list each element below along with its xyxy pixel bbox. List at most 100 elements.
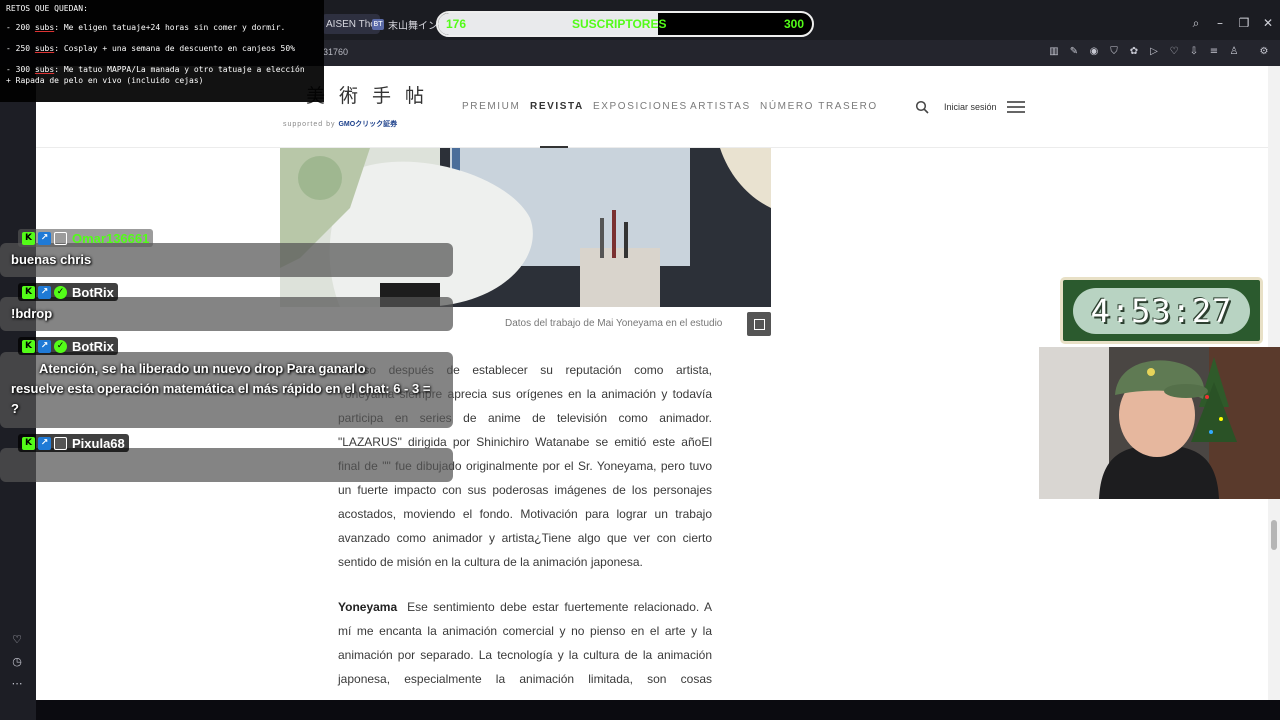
text-line-rest: Ese sentimiento debe estar fuertemente r… <box>407 600 712 614</box>
article-hero-image <box>280 148 771 307</box>
subscriber-goal-label: SUSCRIPTORES <box>572 17 667 31</box>
subscriber-count: 176 <box>446 17 467 31</box>
streamer-webcam <box>1039 347 1280 499</box>
chat-text: buenas chris <box>11 252 92 267</box>
challenge-text: : Me eligen tatuaje+24 horas sin comer y… <box>54 23 286 32</box>
chat-text: !bdrop <box>11 306 53 321</box>
challenge-item: + Rapada de pelo en vivo (incluido cejas… <box>6 75 318 86</box>
challenge-unit: subs <box>34 65 55 74</box>
nav-revista[interactable]: REVISTA <box>530 101 584 112</box>
bottom-strip <box>36 700 1280 720</box>
subscriber-badge-icon: ↗ <box>38 285 51 299</box>
verified-badge-icon: ✓ <box>54 285 67 299</box>
chat-message <box>0 448 453 482</box>
studio-photo <box>280 148 771 307</box>
challenge-text: : Cosplay + una semana de descuento en c… <box>54 44 296 53</box>
scrollbar-thumb[interactable] <box>1271 520 1277 550</box>
chat-text: ? <box>11 401 19 416</box>
settings-icon[interactable]: ⚙ <box>1257 45 1271 59</box>
nav-numero-trasero[interactable]: NÚMERO TRASERO <box>760 101 878 112</box>
text-line: mí me encanta la animación comercial y n… <box>338 624 712 638</box>
verified-badge-icon: ✓ <box>54 339 67 353</box>
timer-value: 4:53:27 <box>1090 292 1233 330</box>
chat-username-tag: K ↗ Pixula68 <box>18 434 129 452</box>
chat-username-tag: K ↗ Omar136661 <box>18 229 154 247</box>
challenge-item: - 200 subs: Me eligen tatuaje+24 horas s… <box>6 22 318 33</box>
challenge-text: : Me tatuo MAPPA/La manada y otro tatuaj… <box>54 65 305 74</box>
tab-favicon: BT <box>372 18 384 30</box>
challenge-unit: subs <box>34 44 55 53</box>
shield-icon[interactable]: ⛉ <box>1107 45 1121 59</box>
challenge-unit: subs <box>34 23 55 32</box>
heart-icon[interactable]: ♡ <box>9 632 25 648</box>
subscriber-badge-icon: ↗ <box>38 436 51 450</box>
nav-premium[interactable]: PREMIUM <box>462 101 520 112</box>
article-paragraph-2: Yoneyama Ese sentimiento debe estar fuert… <box>338 595 712 691</box>
text-line: avanzado como animador y artista¿Tiene a… <box>338 531 712 545</box>
history-icon[interactable]: ◷ <box>9 654 25 670</box>
url-fragment[interactable]: 31760 <box>323 47 348 57</box>
text-line: acostados, moviendo el fondo. Motivación… <box>338 507 712 521</box>
subscriber-badge-icon: ↗ <box>38 231 51 245</box>
edit-icon[interactable]: ✎ <box>1067 45 1081 59</box>
image-caption: Datos del trabajo de Mai Yoneyama en el … <box>505 318 723 329</box>
chat-message <box>0 297 453 331</box>
kick-badge-icon: K <box>22 339 35 353</box>
sponsor-logo: GMOクリック証券 <box>338 121 398 128</box>
nav-artistas[interactable]: ARTISTAS <box>690 101 751 112</box>
chat-text: resuelve esta operación matemática el má… <box>11 381 431 396</box>
download-icon[interactable]: ⇩ <box>1187 45 1201 59</box>
chat-username: Omar136661 <box>72 230 150 246</box>
hamburger-menu-icon[interactable] <box>1007 101 1025 113</box>
heart-icon[interactable]: ♡ <box>1167 45 1181 59</box>
subscriber-goal-target: 300 <box>784 17 805 31</box>
chat-username-tag: K ↗ ✓ BotRix <box>18 337 118 355</box>
chat-username-tag: K ↗ ✓ BotRix <box>18 283 118 301</box>
search-icon[interactable] <box>915 100 929 114</box>
more-icon[interactable]: ⋯ <box>9 676 25 692</box>
text-line: japonesa, especialmente la animación lim… <box>338 672 712 686</box>
countdown-timer: 4:53:27 <box>1060 277 1263 344</box>
speaker-name: Yoneyama <box>338 600 398 614</box>
text-line: sentido de misión en la cultura de la an… <box>338 555 643 569</box>
extension-icon[interactable]: ✿ <box>1127 45 1141 59</box>
challenge-item: - 250 subs: Cosplay + una semana de desc… <box>6 43 318 54</box>
challenge-count: - 200 <box>6 23 31 32</box>
text-line: Yoneyama Ese sentimiento debe estar fuert… <box>338 595 712 619</box>
logo-sponsor-line: supported by GMOクリック証券 <box>283 119 397 129</box>
menu-icon[interactable]: ≡ <box>1207 45 1221 59</box>
camera-icon[interactable]: ◉ <box>1087 45 1101 59</box>
challenges-panel: RETOS QUE QUEDAN: - 200 subs: Me eligen … <box>0 0 324 102</box>
play-icon[interactable]: ▷ <box>1147 45 1161 59</box>
restore-icon[interactable]: ❐ <box>1236 16 1252 30</box>
kick-badge-icon: K <box>22 231 35 245</box>
challenge-text: + Rapada de pelo en vivo (incluido cejas… <box>6 76 204 85</box>
chat-username: BotRix <box>72 284 114 300</box>
kick-badge-icon: K <box>22 285 35 299</box>
text-line: animación por separado. La tecnología y … <box>338 648 712 662</box>
logo-sub-text: supported by <box>283 121 336 128</box>
close-icon[interactable]: ✕ <box>1260 16 1276 30</box>
gift-badge-icon <box>54 436 67 450</box>
subscriber-goal-bar: 176 SUSCRIPTORES 300 <box>436 11 814 37</box>
nav-exposiciones[interactable]: EXPOSICIONES <box>593 101 688 112</box>
profile-icon[interactable]: ♙ <box>1227 45 1241 59</box>
stream-screen: AISEN The BT 末山舞インタビ ⌕ – ❐ ✕ 31760 ▥ ✎ ◉… <box>0 0 1280 720</box>
site-logo[interactable]: 美術手帖 <box>306 81 438 108</box>
search-icon[interactable]: ⌕ <box>1188 16 1204 31</box>
expand-image-button[interactable] <box>747 312 771 336</box>
chat-text: Atención, se ha liberado un nuevo drop P… <box>39 361 366 376</box>
challenge-item: - 300 subs: Me tatuo MAPPA/La manada y o… <box>6 64 318 75</box>
webcam-feed <box>1039 347 1280 499</box>
login-link[interactable]: Iniciar sesión <box>944 102 997 112</box>
kick-badge-icon: K <box>22 436 35 450</box>
sidebar-icon[interactable]: ▥ <box>1047 45 1061 59</box>
minimize-icon[interactable]: – <box>1212 16 1228 30</box>
chat-username: Pixula68 <box>72 435 125 451</box>
challenge-count: - 250 <box>6 44 31 53</box>
subscriber-badge-icon: ↗ <box>38 339 51 353</box>
gift-badge-icon <box>54 231 67 245</box>
challenges-title: RETOS QUE QUEDAN: <box>6 4 88 13</box>
tab-label: AISEN The <box>326 18 376 30</box>
challenge-count: - 300 <box>6 65 31 74</box>
